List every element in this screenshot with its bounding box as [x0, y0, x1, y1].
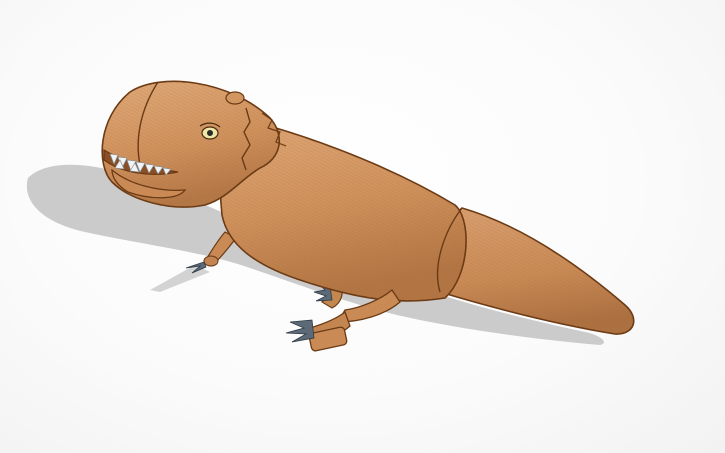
dinosaur-model-scene — [26, 80, 635, 352]
3d-viewport[interactable] — [0, 0, 725, 453]
ear-bump — [225, 91, 245, 105]
claw-icon — [285, 319, 315, 343]
